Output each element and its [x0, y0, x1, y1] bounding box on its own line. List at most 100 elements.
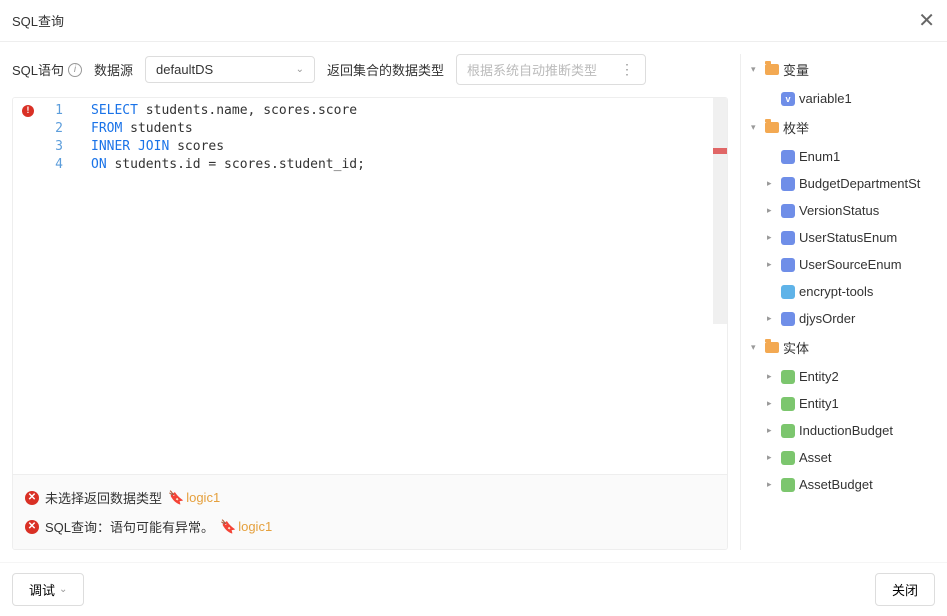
chevron-down-icon: ⌄ — [296, 64, 304, 75]
tree-item[interactable]: ▸ Entity2 — [749, 363, 935, 390]
tree-label: Entity2 — [799, 369, 839, 384]
tree-folder[interactable]: ▾ 实体 — [749, 332, 935, 363]
line-number: 1 — [43, 102, 63, 120]
tree-label: AssetBudget — [799, 477, 873, 492]
code-line[interactable]: INNER JOIN scores — [91, 138, 727, 156]
tree-item[interactable]: ▸ Entity1 — [749, 390, 935, 417]
tree-item[interactable]: ▸ UserSourceEnum — [749, 251, 935, 278]
dialog-header: SQL查询 ✕ — [0, 0, 947, 42]
tree-item[interactable]: vvariable1 — [749, 85, 935, 112]
tree-item[interactable]: ▸ VersionStatus — [749, 197, 935, 224]
item-icon — [781, 285, 795, 299]
tree-label: encrypt-tools — [799, 284, 873, 299]
item-icon — [781, 397, 795, 411]
item-icon — [781, 451, 795, 465]
tree-folder[interactable]: ▾ 枚举 — [749, 112, 935, 143]
line-number: 2 — [43, 120, 63, 138]
line-number: 4 — [43, 156, 63, 174]
code-area[interactable]: SELECT students.name, scores.scoreFROM s… — [71, 98, 727, 474]
tree-panel: ▾ 变量 vvariable1 ▾ 枚举 Enum1 ▸ BudgetDepartmentSt… — [740, 54, 935, 550]
error-text: 未选择返回数据类型 — [45, 488, 162, 507]
tree-item[interactable]: ▸ AssetBudget — [749, 471, 935, 498]
tree-label: BudgetDepartmentSt — [799, 176, 920, 191]
tree-toggle-icon[interactable]: ▸ — [767, 371, 777, 382]
chevron-down-icon: ⌄ — [59, 584, 67, 595]
error-row[interactable]: ✕ SQL查询：语句可能有异常。 🔖logic1 — [21, 512, 719, 541]
footer: 调试 ⌄ 关闭 — [0, 562, 947, 616]
tree-label: 实体 — [783, 338, 809, 357]
folder-icon — [765, 64, 779, 75]
more-icon: ⋮ — [620, 61, 635, 78]
tree-item[interactable]: Enum1 — [749, 143, 935, 170]
item-icon: v — [781, 92, 795, 106]
tree-label: VersionStatus — [799, 203, 879, 218]
tree-toggle-icon[interactable]: ▸ — [767, 479, 777, 490]
tree-toggle-icon[interactable]: ▾ — [751, 342, 761, 353]
code-line[interactable]: ON students.id = scores.student_id; — [91, 156, 727, 174]
error-marker-icon: ! — [22, 105, 34, 117]
error-icon: ✕ — [25, 491, 39, 505]
tree-item[interactable]: encrypt-tools — [749, 278, 935, 305]
tree-label: Entity1 — [799, 396, 839, 411]
error-text: SQL查询：语句可能有异常。 — [45, 517, 214, 536]
error-panel: ✕ 未选择返回数据类型 🔖logic1 ✕ SQL查询：语句可能有异常。 🔖logic1 — [13, 474, 727, 549]
close-icon[interactable]: ✕ — [918, 8, 935, 33]
tree-label: Asset — [799, 450, 832, 465]
tree-label: Enum1 — [799, 149, 840, 164]
scrollbar[interactable] — [713, 98, 727, 324]
tree-item[interactable]: ▸ djysOrder — [749, 305, 935, 332]
tree-label: InductionBudget — [799, 423, 893, 438]
tree-toggle-icon[interactable]: ▸ — [767, 313, 777, 324]
tree-label: djysOrder — [799, 311, 855, 326]
tree-toggle-icon[interactable]: ▸ — [767, 398, 777, 409]
item-icon — [781, 370, 795, 384]
code-line[interactable]: FROM students — [91, 120, 727, 138]
tree-toggle-icon[interactable]: ▸ — [767, 232, 777, 243]
item-icon — [781, 258, 795, 272]
tree-label: UserStatusEnum — [799, 230, 897, 245]
tree-label: 变量 — [783, 60, 809, 79]
item-icon — [781, 177, 795, 191]
tree-toggle-icon[interactable]: ▸ — [767, 425, 777, 436]
line-number: 3 — [43, 138, 63, 156]
datasource-label: 数据源 — [94, 60, 133, 79]
folder-icon — [765, 122, 779, 133]
return-type-placeholder: 根据系统自动推断类型 — [467, 60, 597, 79]
error-icon: ✕ — [25, 520, 39, 534]
close-button[interactable]: 关闭 — [875, 573, 935, 606]
tree-toggle-icon[interactable]: ▸ — [767, 452, 777, 463]
tree-toggle-icon[interactable]: ▸ — [767, 259, 777, 270]
info-icon[interactable]: i — [68, 63, 82, 77]
tree-label: UserSourceEnum — [799, 257, 902, 272]
item-icon — [781, 231, 795, 245]
tree-toggle-icon[interactable]: ▾ — [751, 64, 761, 75]
tree-item[interactable]: ▸ UserStatusEnum — [749, 224, 935, 251]
editor-container: ! 1234 SELECT students.name, scores.scor… — [12, 97, 728, 550]
tree-item[interactable]: ▸ BudgetDepartmentSt — [749, 170, 935, 197]
code-line[interactable]: SELECT students.name, scores.score — [91, 102, 727, 120]
datasource-value: defaultDS — [156, 62, 213, 77]
item-icon — [781, 478, 795, 492]
tree-toggle-icon[interactable]: ▾ — [751, 122, 761, 133]
tag-icon: 🔖 — [220, 519, 236, 535]
datasource-select[interactable]: defaultDS ⌄ — [145, 56, 315, 83]
item-icon — [781, 424, 795, 438]
item-icon — [781, 204, 795, 218]
logic-tag[interactable]: 🔖logic1 — [168, 490, 220, 506]
sql-editor[interactable]: ! 1234 SELECT students.name, scores.scor… — [13, 98, 727, 474]
item-icon — [781, 150, 795, 164]
error-row[interactable]: ✕ 未选择返回数据类型 🔖logic1 — [21, 483, 719, 512]
tree-toggle-icon[interactable]: ▸ — [767, 178, 777, 189]
tree-folder[interactable]: ▾ 变量 — [749, 54, 935, 85]
tree-item[interactable]: ▸ Asset — [749, 444, 935, 471]
item-icon — [781, 312, 795, 326]
return-type-select[interactable]: 根据系统自动推断类型 ⋮ — [456, 54, 646, 85]
tree-item[interactable]: ▸ InductionBudget — [749, 417, 935, 444]
debug-button[interactable]: 调试 ⌄ — [12, 573, 84, 606]
tree-label: 枚举 — [783, 118, 809, 137]
tree-toggle-icon[interactable]: ▸ — [767, 205, 777, 216]
return-type-label: 返回集合的数据类型 — [327, 60, 444, 79]
toolbar: SQL语句 i 数据源 defaultDS ⌄ 返回集合的数据类型 根据系统自动… — [12, 54, 728, 85]
logic-tag[interactable]: 🔖logic1 — [220, 519, 272, 535]
dialog-title: SQL查询 — [12, 11, 64, 30]
